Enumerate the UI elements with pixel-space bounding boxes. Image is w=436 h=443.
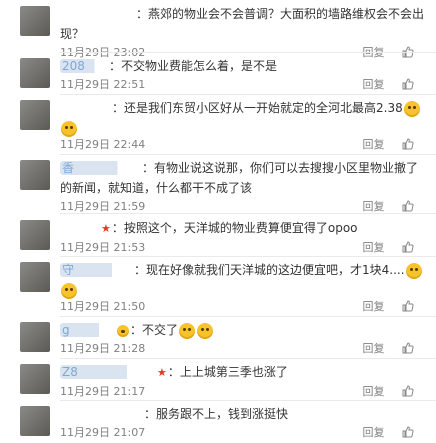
username[interactable]: g: [60, 323, 116, 337]
comment-text: ：现在好像就我们天洋城的这边便宜吧，才1块4....: [134, 263, 405, 277]
avatar[interactable]: [20, 6, 50, 36]
comment-text: ：不交物业费能怎么着，是不是: [109, 59, 278, 73]
emoji-icon: [179, 322, 196, 339]
avatar[interactable]: [20, 160, 50, 190]
thumbs-up-icon: [402, 385, 414, 397]
thumbs-up-icon: [402, 241, 414, 253]
reply-button[interactable]: 回复: [363, 385, 385, 398]
comment-text: ：不交了: [130, 323, 179, 337]
vip-badge-icon: ★: [157, 366, 167, 379]
like-button[interactable]: [402, 138, 414, 151]
comment-time: 11月29日 21:53: [60, 241, 146, 254]
username[interactable]: 208: [60, 59, 109, 73]
divider: [60, 52, 436, 53]
like-button[interactable]: [402, 200, 414, 213]
divider: [60, 316, 436, 317]
reply-button[interactable]: 回复: [363, 300, 385, 313]
comment-text: ：燕郊的物业会不会普调？大面积的墙路维权会不会出现？: [60, 7, 425, 41]
emoji-icon: [197, 322, 214, 339]
divider: [60, 256, 436, 257]
avatar[interactable]: [20, 58, 50, 88]
emoji-icon: [61, 282, 77, 299]
reply-button[interactable]: 回复: [363, 138, 385, 151]
username[interactable]: 香: [60, 161, 142, 175]
divider: [60, 94, 436, 95]
username[interactable]: 守: [60, 263, 134, 277]
avatar[interactable]: [20, 262, 50, 292]
thumbs-up-icon: [402, 200, 414, 212]
vip-badge-icon: ★: [101, 222, 111, 235]
thumbs-up-icon: [402, 78, 414, 90]
emoji-icon: [403, 100, 420, 117]
thumbs-up-icon: [402, 426, 414, 438]
like-button[interactable]: [402, 78, 414, 91]
divider: [60, 400, 436, 401]
comment-time: 11月29日 21:50: [60, 300, 146, 313]
comment-time: 11月29日 21:07: [60, 426, 146, 439]
like-button[interactable]: [402, 342, 414, 355]
emoji-icon: [61, 120, 77, 137]
comment-text: ：服务跟不上，钱到涨挺快: [144, 407, 289, 421]
reply-button[interactable]: 回复: [363, 426, 385, 439]
divider: [60, 358, 436, 359]
divider: [60, 213, 436, 214]
like-button[interactable]: [402, 300, 414, 313]
thumbs-up-icon: [402, 300, 414, 312]
like-button[interactable]: [402, 385, 414, 398]
reply-button[interactable]: 回复: [363, 200, 385, 213]
like-button[interactable]: [402, 241, 414, 254]
avatar[interactable]: [20, 322, 50, 352]
comment-text: ：上上城第三季也涨了: [167, 365, 288, 379]
thumbs-up-icon: [402, 342, 414, 354]
divider: [60, 154, 436, 155]
comment-text: ：按照这个，天洋城的物业费算便宜得了opoo: [111, 221, 358, 235]
comment-time: 11月29日 21:28: [60, 342, 146, 355]
avatar[interactable]: [20, 406, 50, 436]
avatar[interactable]: [20, 220, 50, 250]
reply-button[interactable]: 回复: [363, 241, 385, 254]
reply-button[interactable]: 回复: [363, 78, 385, 91]
like-button[interactable]: [402, 426, 414, 439]
comment-time: 11月29日 21:17: [60, 385, 146, 398]
reply-button[interactable]: 回复: [363, 342, 385, 355]
comment-time: 11月29日 22:51: [60, 78, 146, 91]
thumbs-up-icon: [402, 138, 414, 150]
comment-time: 11月29日 22:44: [60, 138, 146, 151]
avatar[interactable]: [20, 364, 50, 394]
emoji-icon: [405, 262, 422, 279]
comment-list: ：燕郊的物业会不会普调？大面积的墙路维权会不会出现？ 11月29日 23:02 …: [0, 0, 436, 443]
username[interactable]: Z8: [60, 365, 156, 379]
comment-text: ：还是我们东贸小区好从一开始就定的全河北最高2.38: [112, 101, 403, 115]
avatar[interactable]: [20, 100, 50, 130]
emoji-icon: [117, 324, 129, 337]
